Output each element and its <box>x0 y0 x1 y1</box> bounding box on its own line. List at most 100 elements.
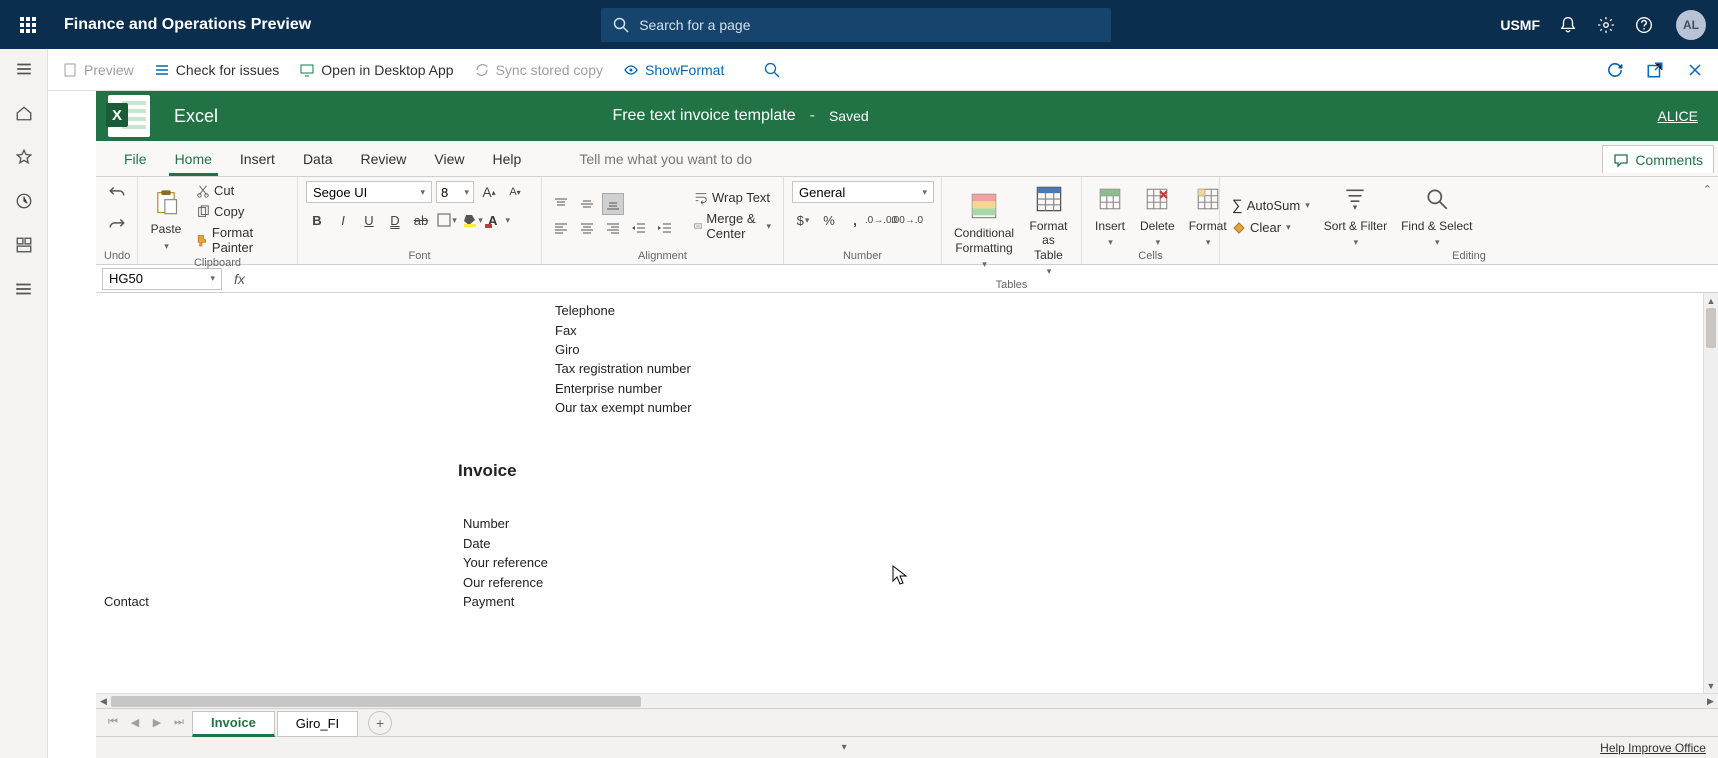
cell-our-ref[interactable]: Our reference <box>463 575 543 590</box>
align-center-icon[interactable] <box>576 217 598 239</box>
find-select-button[interactable]: Find & Select▾ <box>1397 181 1476 250</box>
align-bottom-icon[interactable] <box>602 193 624 215</box>
global-search[interactable]: Search for a page <box>601 8 1111 42</box>
decrease-decimal-icon[interactable]: .00→.0 <box>896 209 918 231</box>
number-format-select[interactable]: General▾ <box>792 181 934 203</box>
cell-tax-reg[interactable]: Tax registration number <box>555 361 691 376</box>
wrap-text-button[interactable]: Wrap Text <box>690 188 775 207</box>
comma-button[interactable]: , <box>844 209 866 231</box>
sheet-tab-giro-fi[interactable]: Giro_FI <box>277 711 358 737</box>
increase-font-icon[interactable]: A▴ <box>478 181 500 203</box>
insert-cells-button[interactable]: Insert▾ <box>1090 181 1130 250</box>
border-button[interactable]: ▾ <box>436 209 458 231</box>
status-menu-icon[interactable]: ▾ <box>842 742 847 753</box>
cell-number[interactable]: Number <box>463 516 509 531</box>
redo-button[interactable] <box>106 213 128 235</box>
excel-user[interactable]: ALICE <box>1658 108 1698 124</box>
merge-center-button[interactable]: Merge & Center▾ <box>690 209 775 243</box>
italic-button[interactable]: I <box>332 209 354 231</box>
user-avatar[interactable]: AL <box>1676 10 1706 40</box>
percent-button[interactable]: % <box>818 209 840 231</box>
cmd-refresh-icon[interactable] <box>1606 61 1624 79</box>
align-right-icon[interactable] <box>602 217 624 239</box>
underline-button[interactable]: U <box>358 209 380 231</box>
tab-file[interactable]: File <box>110 141 161 176</box>
ribbon-collapse-icon[interactable]: ⌃ <box>1703 183 1712 196</box>
cut-button[interactable]: Cut <box>192 181 289 200</box>
format-painter-button[interactable]: Format Painter <box>192 223 289 257</box>
font-name-select[interactable]: Segoe UI▾ <box>306 181 432 203</box>
cell-date[interactable]: Date <box>463 536 490 551</box>
increase-decimal-icon[interactable]: .0→.00 <box>870 209 892 231</box>
tab-help[interactable]: Help <box>479 141 536 176</box>
currency-button[interactable]: $▾ <box>792 209 814 231</box>
cmd-popout-icon[interactable] <box>1646 61 1664 79</box>
cell-fax[interactable]: Fax <box>555 323 577 338</box>
double-underline-button[interactable]: D <box>384 209 406 231</box>
copy-button[interactable]: Copy <box>192 202 289 221</box>
tab-view[interactable]: View <box>420 141 478 176</box>
bold-button[interactable]: B <box>306 209 328 231</box>
app-launcher-icon[interactable] <box>12 9 44 41</box>
doc-title[interactable]: Free text invoice template <box>612 107 795 125</box>
conditional-formatting-button[interactable]: Conditional Formatting▾ <box>950 188 1018 272</box>
notifications-icon[interactable] <box>1558 15 1578 35</box>
font-color-button[interactable]: A▾ <box>488 209 510 231</box>
sort-filter-button[interactable]: Sort & Filter▾ <box>1320 181 1391 250</box>
cell-telephone[interactable]: Telephone <box>555 303 615 318</box>
align-top-icon[interactable] <box>550 193 572 215</box>
align-left-icon[interactable] <box>550 217 572 239</box>
sheet-next-icon[interactable]: ▶ <box>146 712 168 734</box>
vertical-scrollbar[interactable]: ▲ ▼ <box>1703 293 1718 693</box>
cell-invoice-heading[interactable]: Invoice <box>458 461 517 481</box>
paste-button[interactable]: Paste▾ <box>146 184 186 253</box>
nav-recent-icon[interactable] <box>14 191 34 211</box>
strikethrough-button[interactable]: ab <box>410 209 432 231</box>
tab-data[interactable]: Data <box>289 141 347 176</box>
tab-insert[interactable]: Insert <box>226 141 289 176</box>
cell-your-ref[interactable]: Your reference <box>463 555 548 570</box>
cmd-close-icon[interactable] <box>1686 61 1704 79</box>
horizontal-scrollbar[interactable]: ◀ ▶ <box>96 693 1718 708</box>
format-as-table-button[interactable]: Format as Table▾ <box>1024 181 1073 279</box>
undo-button[interactable] <box>106 181 128 203</box>
settings-icon[interactable] <box>1596 15 1616 35</box>
add-sheet-button[interactable]: + <box>368 711 392 735</box>
cmd-search-icon[interactable] <box>764 62 780 78</box>
fx-icon[interactable]: fx <box>234 271 252 287</box>
cell-giro[interactable]: Giro <box>555 342 580 357</box>
clear-button[interactable]: Clear▾ <box>1228 218 1314 237</box>
cell-contact[interactable]: Contact <box>104 594 149 609</box>
fill-color-button[interactable]: ▾ <box>462 209 484 231</box>
tab-home[interactable]: Home <box>161 141 226 176</box>
comments-button[interactable]: Comments <box>1602 145 1714 173</box>
nav-modules-icon[interactable] <box>14 279 34 299</box>
sheet-prev-icon[interactable]: ◀ <box>124 712 146 734</box>
delete-cells-button[interactable]: Delete▾ <box>1136 181 1179 250</box>
help-icon[interactable] <box>1634 15 1654 35</box>
nav-hamburger-icon[interactable] <box>14 59 34 79</box>
nav-workspaces-icon[interactable] <box>14 235 34 255</box>
scroll-down-icon[interactable]: ▼ <box>1704 678 1718 693</box>
autosum-button[interactable]: ∑AutoSum▾ <box>1228 195 1314 216</box>
hscroll-thumb[interactable] <box>111 696 641 707</box>
name-box[interactable]: HG50▾ <box>102 268 222 290</box>
cell-tax-exempt[interactable]: Our tax exempt number <box>555 400 692 415</box>
decrease-indent-icon[interactable] <box>628 217 650 239</box>
cmd-check-issues[interactable]: Check for issues <box>154 62 279 78</box>
vscroll-thumb[interactable] <box>1706 308 1716 348</box>
decrease-font-icon[interactable]: A▾ <box>504 181 526 203</box>
sheet-last-icon[interactable]: ⏭ <box>168 712 190 734</box>
spreadsheet-grid[interactable]: Telephone Fax Giro Tax registration numb… <box>96 293 1718 693</box>
scroll-left-icon[interactable]: ◀ <box>96 694 111 709</box>
cmd-show-format[interactable]: ShowFormat <box>623 62 724 78</box>
sheet-first-icon[interactable]: ⏮ <box>102 712 124 734</box>
increase-indent-icon[interactable] <box>654 217 676 239</box>
legal-entity[interactable]: USMF <box>1500 17 1540 33</box>
cmd-open-desktop[interactable]: Open in Desktop App <box>299 62 453 78</box>
scroll-up-icon[interactable]: ▲ <box>1704 293 1718 308</box>
scroll-right-icon[interactable]: ▶ <box>1703 694 1718 709</box>
font-size-select[interactable]: 8▾ <box>436 181 474 203</box>
align-middle-icon[interactable] <box>576 193 598 215</box>
nav-home-icon[interactable] <box>14 103 34 123</box>
